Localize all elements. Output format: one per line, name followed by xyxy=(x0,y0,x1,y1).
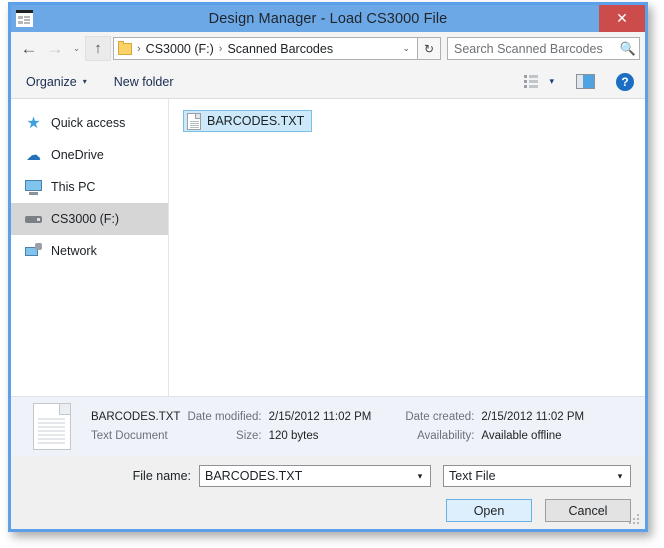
command-toolbar: Organize ▾ New folder ▾ ? xyxy=(11,65,645,99)
details-date-modified-label: Date modified: xyxy=(187,410,262,423)
recent-locations-chevron-down-icon[interactable]: ⌄ xyxy=(68,36,85,62)
dialog-buttons-row: Open Cancel xyxy=(25,499,631,522)
file-name-value: BARCODES.TXT xyxy=(205,469,303,483)
help-icon[interactable]: ? xyxy=(616,72,634,91)
details-size-value: 120 bytes xyxy=(268,429,319,442)
details-availability-label: Availability: xyxy=(417,429,475,442)
file-type-value: Text File xyxy=(449,469,496,483)
cloud-icon: ☁ xyxy=(26,146,41,164)
dialog-footer: File name: BARCODES.TXT ▾ Text File ▾ Op… xyxy=(11,456,645,522)
sidebar-item-label: OneDrive xyxy=(51,148,104,162)
details-date-modified-value: 2/15/2012 11:02 PM xyxy=(268,410,372,423)
text-file-large-icon xyxy=(33,403,71,450)
sidebar-item-label: Quick access xyxy=(51,116,126,130)
toolbar-right-group: ▾ ? xyxy=(524,72,634,91)
sidebar-item-this-pc[interactable]: This PC xyxy=(11,171,168,203)
organize-button[interactable]: Organize ▾ xyxy=(26,75,87,89)
dialog-body: ★ Quick access ☁ OneDrive This PC CS3000… xyxy=(11,99,645,396)
search-box[interactable]: 🔍 xyxy=(447,37,640,60)
details-spacer xyxy=(371,408,405,427)
file-open-dialog: Design Manager - Load CS3000 File ✕ ← → … xyxy=(8,2,648,532)
search-input[interactable] xyxy=(448,40,617,57)
sidebar-item-label: CS3000 (F:) xyxy=(51,212,120,226)
chevron-down-icon[interactable]: ▾ xyxy=(410,471,430,482)
details-file-type: Text Document xyxy=(91,429,168,442)
chevron-down-icon[interactable]: ▾ xyxy=(610,471,630,482)
refresh-icon[interactable]: ↻ xyxy=(418,37,441,60)
forward-arrow-icon[interactable]: → xyxy=(42,36,68,62)
details-availability-value: Available offline xyxy=(481,429,562,442)
view-chevron-down-icon[interactable]: ▾ xyxy=(549,76,554,87)
window-document-icon xyxy=(16,10,33,27)
file-list-pane[interactable]: BARCODES.TXT xyxy=(169,99,645,396)
navigation-pane: ★ Quick access ☁ OneDrive This PC CS3000… xyxy=(11,99,169,396)
resize-grip[interactable] xyxy=(629,514,641,526)
sidebar-item-network[interactable]: Network xyxy=(11,235,168,267)
sidebar-item-label: Network xyxy=(51,244,97,258)
breadcrumb-item-drive[interactable]: CS3000 (F:) xyxy=(146,42,214,56)
monitor-icon xyxy=(25,179,42,196)
breadcrumb-separator: › xyxy=(218,42,223,55)
file-type-select[interactable]: Text File ▾ xyxy=(443,465,631,487)
view-options-icon[interactable] xyxy=(524,74,540,89)
text-file-icon xyxy=(187,112,201,130)
back-arrow-icon[interactable]: ← xyxy=(16,36,42,62)
file-name-label: BARCODES.TXT xyxy=(207,114,305,128)
close-button[interactable]: ✕ xyxy=(599,5,645,32)
breadcrumb-separator: › xyxy=(137,42,141,55)
file-name-label-static: File name: xyxy=(132,469,191,483)
sidebar-item-cs3000-drive[interactable]: CS3000 (F:) xyxy=(11,203,168,235)
sidebar-item-onedrive[interactable]: ☁ OneDrive xyxy=(11,139,168,171)
details-table: BARCODES.TXT Date modified: 2/15/2012 11… xyxy=(91,408,584,446)
window-title: Design Manager - Load CS3000 File xyxy=(208,10,448,27)
list-item[interactable]: BARCODES.TXT xyxy=(183,110,313,132)
organize-label: Organize xyxy=(26,74,77,89)
navigation-bar: ← → ⌄ ↑ › CS3000 (F:) › Scanned Barcodes… xyxy=(11,32,645,65)
up-arrow-icon[interactable]: ↑ xyxy=(85,36,111,61)
details-date-created-label: Date created: xyxy=(405,410,475,423)
details-size-label: Size: xyxy=(236,429,262,442)
file-name-row: File name: BARCODES.TXT ▾ Text File ▾ xyxy=(25,465,631,487)
details-pane: BARCODES.TXT Date modified: 2/15/2012 11… xyxy=(11,396,645,456)
search-icon[interactable]: 🔍 xyxy=(617,41,639,57)
details-date-created-value: 2/15/2012 11:02 PM xyxy=(481,410,585,423)
details-file-name: BARCODES.TXT xyxy=(91,410,181,423)
chevron-down-icon: ▾ xyxy=(82,77,87,86)
breadcrumb-chevron-down-icon[interactable]: ⌄ xyxy=(395,43,417,54)
sidebar-item-label: This PC xyxy=(51,180,96,194)
star-icon: ★ xyxy=(26,114,41,132)
file-name-input[interactable]: BARCODES.TXT ▾ xyxy=(199,465,431,487)
folder-icon xyxy=(118,40,132,55)
preview-pane-icon[interactable] xyxy=(576,74,595,89)
cancel-button[interactable]: Cancel xyxy=(545,499,631,522)
new-folder-button[interactable]: New folder xyxy=(114,75,174,89)
sidebar-item-quick-access[interactable]: ★ Quick access xyxy=(11,107,168,139)
title-bar[interactable]: Design Manager - Load CS3000 File ✕ xyxy=(11,5,645,32)
network-icon xyxy=(25,242,42,260)
open-button[interactable]: Open xyxy=(446,499,532,522)
breadcrumb-item-folder[interactable]: Scanned Barcodes xyxy=(227,42,333,56)
details-spacer xyxy=(371,427,405,446)
drive-icon xyxy=(25,211,42,228)
breadcrumb[interactable]: › CS3000 (F:) › Scanned Barcodes ⌄ xyxy=(113,37,418,60)
